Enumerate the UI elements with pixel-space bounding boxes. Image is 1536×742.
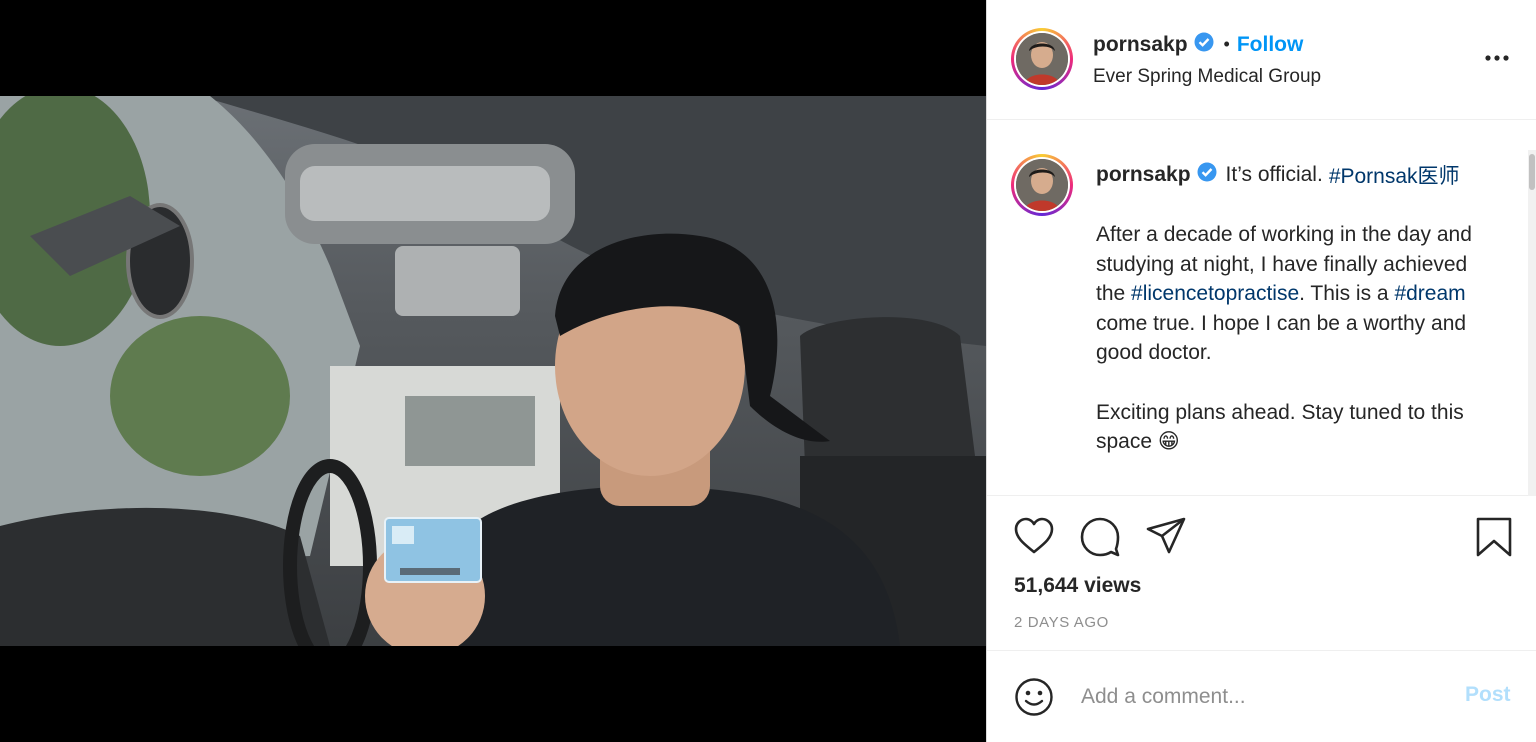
post-video-pane[interactable] [0, 0, 986, 742]
caption-author-username[interactable]: pornsakp [1096, 163, 1191, 187]
paper-plane-icon [1146, 517, 1186, 554]
caption-text: come true. I hope I can be a worthy and … [1096, 311, 1467, 365]
post-details-panel: pornsakp • Follow Ever Spring Medical Gr… [986, 0, 1536, 742]
follow-button[interactable]: Follow [1237, 33, 1304, 57]
comment-input[interactable] [1079, 679, 1423, 715]
scrollbar-thumb[interactable] [1529, 154, 1535, 190]
post-timestamp[interactable]: 2 DAYS AGO [1014, 614, 1109, 631]
post-video[interactable] [0, 96, 986, 646]
avatar-image [1016, 33, 1068, 85]
hashtag-link[interactable]: #Pornsak医师 [1329, 160, 1460, 190]
author-username[interactable]: pornsakp [1093, 33, 1188, 57]
author-avatar[interactable] [1011, 28, 1073, 90]
view-count[interactable]: 51,644 views [1014, 574, 1141, 598]
caption-headline: It’s official. [1225, 163, 1323, 186]
verified-badge-icon [1197, 162, 1217, 188]
caption-paragraph: After a decade of working in the day and… [1096, 220, 1496, 368]
bookmark-icon [1476, 517, 1512, 557]
add-comment-section: Post [987, 651, 1536, 742]
hashtag-link[interactable]: #licencetopractise [1131, 282, 1299, 305]
comment-button[interactable] [1079, 516, 1121, 563]
caption-text: . This is a [1299, 282, 1395, 306]
separator-dot: • [1223, 34, 1230, 54]
comment-bubble-icon [1080, 517, 1120, 557]
save-button[interactable] [1475, 516, 1513, 563]
avatar-image [1016, 159, 1068, 211]
caption-body: After a decade of working in the day and… [1096, 220, 1496, 486]
post-comment-button[interactable]: Post [1465, 683, 1511, 707]
caption-author-avatar[interactable] [1011, 154, 1073, 216]
more-options-button[interactable] [1485, 48, 1509, 66]
post-location[interactable]: Ever Spring Medical Group [1093, 66, 1321, 88]
caption-section: pornsakp It’s official. #Pornsak医师 After… [987, 120, 1536, 496]
heart-icon [1014, 517, 1054, 554]
share-button[interactable] [1145, 516, 1187, 561]
hashtag-link[interactable]: #dream [1394, 282, 1465, 305]
video-still-frame [0, 96, 986, 646]
more-options-icon [1485, 55, 1509, 61]
emoji-button[interactable] [1014, 677, 1054, 722]
smiley-icon [1015, 678, 1053, 716]
caption-scrollbar[interactable] [1528, 150, 1536, 496]
post-header: pornsakp • Follow Ever Spring Medical Gr… [987, 0, 1536, 120]
post-actions: 51,644 views 2 DAYS AGO [987, 496, 1536, 651]
verified-badge-icon [1194, 32, 1214, 57]
caption-paragraph: Exciting plans ahead. Stay tuned to this… [1096, 400, 1464, 454]
like-button[interactable] [1013, 516, 1055, 561]
